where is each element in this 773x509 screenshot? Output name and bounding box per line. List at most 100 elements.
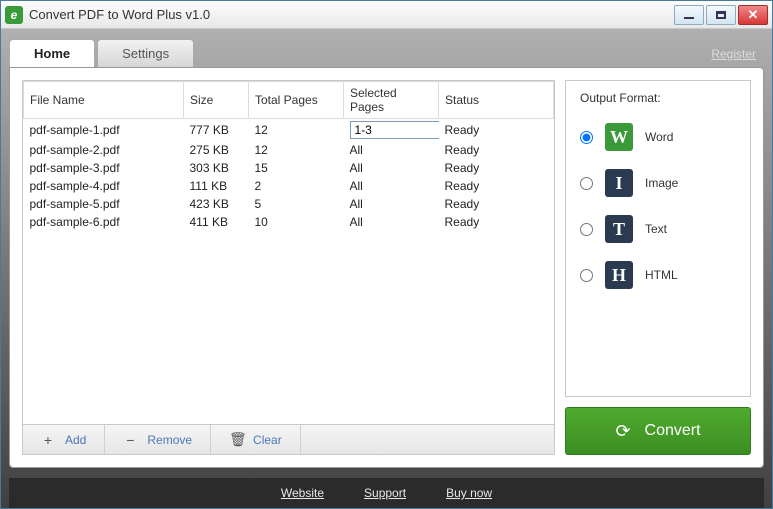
table-row-empty [24,231,554,249]
format-label-image: Image [645,176,678,190]
format-radio-word[interactable] [580,131,593,144]
trash-icon: 🗑 [229,431,243,448]
close-button[interactable]: ✕ [738,5,768,25]
table-row[interactable]: pdf-sample-1.pdf777 KB12▼Ready [24,119,554,142]
format-radio-text[interactable] [580,223,593,236]
cell-size: 777 KB [184,119,249,142]
cell-total-pages: 5 [249,195,344,213]
app-window: e Convert PDF to Word Plus v1.0 ✕ Home S… [0,0,773,509]
maximize-icon [716,11,726,19]
cell-total-pages: 10 [249,213,344,231]
clear-label: Clear [253,433,282,447]
window-controls: ✕ [674,5,768,25]
cell-status: Ready [439,159,554,177]
output-format-box: Output Format: W Word I Image T [565,80,751,397]
output-format-title: Output Format: [580,91,736,105]
selected-pages-input[interactable] [350,121,439,139]
cell-size: 411 KB [184,213,249,231]
file-toolbar: + Add − Remove 🗑 Clear [23,424,554,454]
table-row[interactable]: pdf-sample-5.pdf423 KB5AllReady [24,195,554,213]
col-selected-pages[interactable]: Selected Pages [344,82,439,119]
cell-filename: pdf-sample-1.pdf [24,119,184,142]
format-option-html[interactable]: H HTML [580,261,736,289]
cell-selected-pages[interactable]: All [344,159,439,177]
table-row-empty [24,267,554,285]
add-label: Add [65,433,86,447]
cell-selected-pages[interactable]: All [344,141,439,159]
maximize-button[interactable] [706,5,736,25]
cell-filename: pdf-sample-2.pdf [24,141,184,159]
cell-filename: pdf-sample-5.pdf [24,195,184,213]
cell-filename: pdf-sample-4.pdf [24,177,184,195]
table-row[interactable]: pdf-sample-2.pdf275 KB12AllReady [24,141,554,159]
footer: Website Support Buy now [9,478,764,508]
format-radio-image[interactable] [580,177,593,190]
remove-label: Remove [147,433,192,447]
content-area: Home Settings Register File Name Size [1,29,772,508]
format-option-image[interactable]: I Image [580,169,736,197]
add-button[interactable]: + Add [23,425,105,454]
format-radio-html[interactable] [580,269,593,282]
word-icon: W [605,123,633,151]
footer-buy-link[interactable]: Buy now [446,486,492,500]
cell-total-pages: 15 [249,159,344,177]
col-size[interactable]: Size [184,82,249,119]
cell-selected-pages[interactable]: All [344,213,439,231]
col-status[interactable]: Status [439,82,554,119]
cell-size: 111 KB [184,177,249,195]
table-row-empty [24,285,554,303]
tab-settings[interactable]: Settings [97,39,194,67]
col-total-pages[interactable]: Total Pages [249,82,344,119]
convert-label: Convert [645,422,701,440]
register-link[interactable]: Register [711,47,756,61]
cell-size: 303 KB [184,159,249,177]
cell-status: Ready [439,195,554,213]
minimize-icon [684,17,694,19]
format-label-word: Word [645,130,673,144]
cell-filename: pdf-sample-3.pdf [24,159,184,177]
footer-support-link[interactable]: Support [364,486,406,500]
clear-button[interactable]: 🗑 Clear [211,425,301,454]
minimize-button[interactable] [674,5,704,25]
format-option-word[interactable]: W Word [580,123,736,151]
table-header-row: File Name Size Total Pages Selected Page… [24,82,554,119]
format-label-html: HTML [645,268,678,282]
app-icon: e [5,6,23,24]
format-label-text: Text [645,222,667,236]
cell-total-pages: 12 [249,119,344,142]
remove-button[interactable]: − Remove [105,425,211,454]
cell-selected-pages[interactable]: ▼ [344,119,439,142]
table-row-empty [24,339,554,357]
col-filename[interactable]: File Name [24,82,184,119]
right-pane: Output Format: W Word I Image T [565,80,751,455]
file-table: File Name Size Total Pages Selected Page… [23,81,554,424]
cell-size: 423 KB [184,195,249,213]
table-row-empty [24,249,554,267]
table-row[interactable]: pdf-sample-4.pdf111 KB2AllReady [24,177,554,195]
table-row-empty [24,375,554,393]
titlebar: e Convert PDF to Word Plus v1.0 ✕ [1,1,772,29]
table-row-empty [24,303,554,321]
cell-filename: pdf-sample-6.pdf [24,213,184,231]
table-row-empty [24,321,554,339]
cell-selected-pages[interactable]: All [344,177,439,195]
cell-status: Ready [439,213,554,231]
tab-home[interactable]: Home [9,39,95,67]
cell-selected-pages[interactable]: All [344,195,439,213]
cell-size: 275 KB [184,141,249,159]
convert-button[interactable]: ⟳ Convert [565,407,751,455]
table-row[interactable]: pdf-sample-3.pdf303 KB15AllReady [24,159,554,177]
cell-status: Ready [439,141,554,159]
tabs-row: Home Settings Register [9,37,764,67]
image-icon: I [605,169,633,197]
convert-icon: ⟳ [615,421,630,442]
cell-status: Ready [439,177,554,195]
format-option-text[interactable]: T Text [580,215,736,243]
footer-website-link[interactable]: Website [281,486,324,500]
table-row-empty [24,357,554,375]
plus-icon: + [41,432,55,448]
close-icon: ✕ [748,7,759,23]
cell-total-pages: 12 [249,141,344,159]
minus-icon: − [123,432,137,448]
table-row[interactable]: pdf-sample-6.pdf411 KB10AllReady [24,213,554,231]
